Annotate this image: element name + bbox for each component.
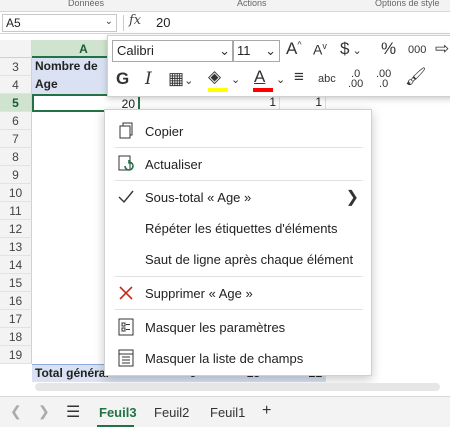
menu-item-hide-field-list[interactable]: Masquer la liste de champs [105, 343, 373, 373]
percent-icon[interactable]: % [381, 39, 396, 59]
wrap-text-icon[interactable]: ⇨ [435, 39, 449, 59]
ribbon-group-donnees: Données [68, 0, 105, 8]
chevron-left-icon[interactable]: ❮ [10, 403, 22, 420]
check-icon [116, 187, 136, 207]
menu-divider [115, 147, 363, 148]
menu-item-line-break[interactable]: Saut de ligne après chaque élément [105, 244, 373, 274]
menu-item-copy[interactable]: Copier [105, 116, 373, 146]
menu-item-label: Actualiser [145, 157, 203, 172]
row-header[interactable]: 17 [0, 310, 32, 328]
row-header[interactable]: 7 [0, 130, 32, 148]
settings-panel-icon [116, 317, 136, 337]
menu-item-label: Saut de ligne après chaque élément [145, 252, 354, 267]
divider [123, 15, 124, 31]
row-header[interactable]: 14 [0, 256, 32, 274]
delete-x-icon [116, 283, 136, 303]
tab-feuil2[interactable]: Feuil2 [154, 405, 189, 420]
menu-item-label: Masquer les paramètres [145, 320, 286, 335]
function-icon[interactable]: fx [129, 13, 141, 28]
row-header[interactable]: 16 [0, 292, 32, 310]
font-color-icon[interactable]: A [254, 67, 265, 87]
chevron-right-icon[interactable]: ❯ [38, 403, 50, 420]
row-header[interactable]: 15 [0, 274, 32, 292]
thousands-icon[interactable]: 000 [408, 44, 426, 56]
sheet-tab-bar: ❮ ❯ ☰ Feuil3 Feuil2 Feuil1 + [0, 396, 450, 427]
fill-color-swatch [208, 88, 228, 92]
row-header[interactable]: 9 [0, 166, 32, 184]
ribbon-group-actions: Actions [237, 0, 267, 8]
menu-item-repeat-labels[interactable]: Répéter les étiquettes d'éléments [105, 213, 373, 243]
italic-icon[interactable]: I [145, 69, 152, 89]
row-header[interactable]: 8 [0, 148, 32, 166]
chevron-right-icon: ❯ [345, 189, 359, 206]
menu-divider [115, 309, 363, 310]
menu-item-delete[interactable]: Supprimer « Age » [105, 278, 373, 308]
menu-item-label: Répéter les étiquettes d'éléments [145, 221, 338, 236]
row-header[interactable]: 3 [0, 58, 32, 76]
all-sheets-menu-icon[interactable]: ☰ [66, 402, 80, 422]
font-name-select[interactable]: Calibri ⌄ [112, 40, 234, 62]
menu-item-label: Supprimer « Age » [145, 286, 253, 301]
copy-icon [116, 121, 136, 141]
row-header-selected[interactable]: 5 [0, 94, 32, 112]
bold-icon[interactable]: G [116, 69, 129, 89]
ribbon-group-options: Options de style [375, 0, 440, 8]
menu-item-hide-settings[interactable]: Masquer les paramètres [105, 312, 373, 342]
font-size-value: 11 [237, 43, 251, 58]
select-all-corner[interactable] [0, 40, 32, 58]
row-header[interactable]: 13 [0, 238, 32, 256]
increase-font-glyph: A [286, 39, 298, 58]
row-header[interactable]: 11 [0, 202, 32, 220]
merge-icon[interactable]: abc [318, 73, 336, 85]
formula-bar: A5 ⌄ fx 20 [0, 12, 450, 34]
context-menu: Copier Actualiser Sous-total « Age » ❯ R… [104, 109, 372, 376]
align-icon[interactable]: ≡ [294, 67, 304, 87]
format-painter-icon[interactable]: 🖌 [405, 67, 427, 87]
horizontal-scrollbar[interactable] [35, 383, 440, 391]
chevron-down-icon[interactable]: ⌄ [219, 43, 230, 59]
menu-item-label: Masquer la liste de champs [145, 351, 304, 366]
row-header[interactable]: 10 [0, 184, 32, 202]
chevron-down-icon[interactable]: ⌄ [105, 16, 113, 27]
font-name-value: Calibri [117, 43, 154, 58]
field-list-icon [116, 348, 136, 368]
menu-item-label: Copier [145, 124, 184, 139]
row-header[interactable]: 12 [0, 220, 32, 238]
row-header[interactable]: 19 [0, 346, 32, 364]
ribbon-group-labels: Données Actions Options de style [0, 0, 450, 12]
font-color-swatch [253, 88, 273, 92]
row-header[interactable]: 18 [0, 328, 32, 346]
menu-item-subtotal[interactable]: Sous-total « Age » ❯ [105, 182, 373, 212]
add-sheet-icon[interactable]: + [262, 402, 271, 420]
decrease-font-glyph: A [313, 41, 323, 58]
tab-feuil1[interactable]: Feuil1 [210, 405, 245, 420]
name-box[interactable]: A5 ⌄ [2, 14, 117, 32]
refresh-icon [116, 154, 136, 174]
chevron-down-icon[interactable]: ⌄ [265, 43, 276, 59]
decrease-decimal-bottom: .0 [379, 78, 389, 90]
menu-item-label: Sous-total « Age » [145, 190, 252, 205]
row-header[interactable]: 6 [0, 112, 32, 130]
currency-icon[interactable]: $ ⌄ [340, 39, 362, 59]
borders-icon[interactable]: ▦⌄ [168, 69, 193, 89]
decrease-decimal-icon[interactable]: .00.0 [376, 69, 391, 90]
formula-input[interactable]: 20 [156, 15, 170, 30]
font-size-select[interactable]: 11 ⌄ [232, 40, 280, 62]
row-header[interactable]: 4 [0, 76, 32, 94]
menu-divider [115, 276, 363, 277]
menu-item-refresh[interactable]: Actualiser [105, 149, 373, 179]
increase-decimal-bottom: .00 [348, 78, 364, 90]
menu-divider [115, 180, 363, 181]
increase-decimal-icon[interactable]: .0.00 [348, 69, 364, 90]
chevron-down-icon[interactable]: ⌄ [276, 73, 285, 86]
chevron-down-icon[interactable]: ⌄ [231, 73, 240, 86]
fill-color-icon[interactable]: ◈ [208, 67, 221, 87]
increase-font-icon[interactable]: A^ [286, 39, 302, 59]
tab-feuil3[interactable]: Feuil3 [99, 405, 137, 420]
decrease-font-icon[interactable]: Av [313, 41, 327, 58]
name-box-value: A5 [6, 16, 21, 30]
mini-toolbar: Calibri ⌄ 11 ⌄ A^ Av $ ⌄ % 000 ⇨ G I ▦⌄ … [107, 35, 450, 97]
